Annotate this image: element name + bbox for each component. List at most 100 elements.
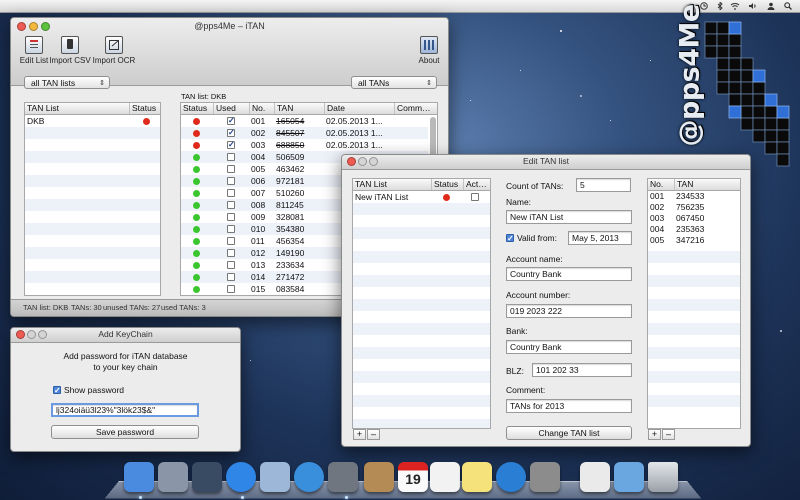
- show-password-checkbox[interactable]: ✓: [53, 386, 61, 395]
- valid-from-label[interactable]: Valid from:: [517, 233, 557, 243]
- valid-from-checkbox[interactable]: ✓: [506, 234, 514, 243]
- calendar-icon[interactable]: 19: [398, 462, 428, 492]
- col-tan[interactable]: TAN: [274, 103, 324, 114]
- empty-row: [25, 259, 160, 271]
- add-tan-button[interactable]: +: [648, 429, 661, 440]
- table-row[interactable]: ✓ 003 688850 02.05.2013 1...: [181, 139, 428, 151]
- used-checkbox[interactable]: [227, 153, 235, 161]
- used-checkbox[interactable]: [227, 201, 235, 209]
- show-password-label[interactable]: Show password: [64, 385, 124, 395]
- used-checkbox[interactable]: ✓: [227, 129, 235, 137]
- col-status[interactable]: Status: [431, 179, 463, 190]
- tan-value: 845507: [276, 128, 305, 138]
- used-checkbox[interactable]: [227, 249, 235, 257]
- table-row[interactable]: DKB: [25, 115, 160, 127]
- col-used[interactable]: Used: [213, 103, 249, 114]
- col-status[interactable]: Status: [129, 103, 160, 114]
- edit-titlebar[interactable]: Edit TAN list: [342, 155, 750, 170]
- used-checkbox[interactable]: [227, 237, 235, 245]
- wifi-icon[interactable]: [730, 2, 740, 10]
- used-checkbox[interactable]: [227, 225, 235, 233]
- document-icon[interactable]: [580, 462, 610, 492]
- folder-icon[interactable]: [614, 462, 644, 492]
- remove-list-button[interactable]: –: [367, 429, 380, 440]
- count-input[interactable]: 5: [576, 178, 631, 192]
- facetime-icon[interactable]: [328, 462, 358, 492]
- account-name-input[interactable]: Country Bank: [506, 267, 632, 281]
- table-row[interactable]: 004 235363: [648, 224, 740, 235]
- finder-icon[interactable]: [124, 462, 154, 492]
- tan-number: 016: [249, 295, 275, 296]
- table-row[interactable]: 005 347216: [648, 235, 740, 246]
- col-status[interactable]: Status: [181, 103, 213, 114]
- col-comment[interactable]: Comm…: [394, 103, 437, 114]
- tan-number: 013: [251, 260, 266, 270]
- used-checkbox[interactable]: [227, 261, 235, 269]
- used-checkbox[interactable]: ✓: [227, 141, 235, 149]
- bank-input[interactable]: Country Bank: [506, 340, 632, 354]
- account-number-input[interactable]: 019 2023 222: [506, 304, 632, 318]
- system-preferences-icon[interactable]: [530, 462, 560, 492]
- col-active[interactable]: Act…: [463, 179, 490, 190]
- about-button[interactable]: About: [409, 36, 448, 65]
- tan-lists-filter[interactable]: all TAN lists ⇕: [24, 76, 110, 89]
- edit-list-icon: [25, 36, 43, 54]
- table-row[interactable]: New iTAN List: [353, 191, 490, 203]
- used-checkbox[interactable]: [227, 273, 235, 281]
- edit-lists-rows: New iTAN List: [353, 191, 490, 428]
- used-checkbox[interactable]: [227, 213, 235, 221]
- table-row[interactable]: 003 067450: [648, 213, 740, 224]
- add-list-button[interactable]: +: [353, 429, 366, 440]
- user-icon[interactable]: [767, 2, 775, 10]
- keychain-titlebar[interactable]: Add KeyChain: [11, 328, 240, 343]
- spotlight-icon[interactable]: [784, 2, 792, 10]
- table-row[interactable]: 002 756235: [648, 202, 740, 213]
- tan-date: 02.05.2013 1...: [326, 140, 383, 150]
- tan-value: 233634: [276, 260, 305, 270]
- reminders-icon[interactable]: [430, 462, 460, 492]
- notes-icon[interactable]: [462, 462, 492, 492]
- safari-icon[interactable]: [294, 462, 324, 492]
- import-csv-button[interactable]: Import CSV: [47, 36, 93, 65]
- col-no[interactable]: No.: [249, 103, 274, 114]
- col-tan-list[interactable]: TAN List: [353, 179, 431, 190]
- valid-from-date-picker[interactable]: May 5, 2013: [568, 231, 632, 245]
- used-checkbox[interactable]: ✓: [227, 117, 235, 125]
- active-checkbox[interactable]: [471, 193, 479, 201]
- mission-control-icon[interactable]: [192, 462, 222, 492]
- keychain-message-line-1: Add password for iTAN database: [63, 351, 188, 361]
- tans-header: Status Used No. TAN Date Comm…: [181, 103, 437, 115]
- launchpad-icon[interactable]: [158, 462, 188, 492]
- edit-tans-rows: 001 234533 002 756235 003 067450 004 235363 005 3…: [648, 191, 740, 428]
- app-store-icon[interactable]: [226, 462, 256, 492]
- table-row[interactable]: ✓ 001 165054 02.05.2013 1...: [181, 115, 428, 127]
- col-tan[interactable]: TAN: [674, 179, 740, 190]
- tan-number: 008: [251, 200, 266, 210]
- tans-filter[interactable]: all TANs ⇕: [351, 76, 437, 89]
- name-input[interactable]: New iTAN List: [506, 210, 632, 224]
- contacts-icon[interactable]: [364, 462, 394, 492]
- col-date[interactable]: Date: [324, 103, 394, 114]
- trash-icon[interactable]: [648, 462, 678, 492]
- used-checkbox[interactable]: [227, 285, 235, 293]
- name-value: New iTAN List: [510, 212, 564, 222]
- col-tan-list[interactable]: TAN List: [25, 103, 129, 114]
- itunes-icon[interactable]: [496, 462, 526, 492]
- table-row[interactable]: ✓ 002 845507 02.05.2013 1...: [181, 127, 428, 139]
- mail-icon[interactable]: [260, 462, 290, 492]
- bluetooth-icon[interactable]: [716, 2, 724, 10]
- save-password-button[interactable]: Save password: [51, 425, 199, 439]
- used-checkbox[interactable]: [227, 189, 235, 197]
- col-no[interactable]: No.: [648, 179, 674, 190]
- import-ocr-button[interactable]: Import OCR: [91, 36, 137, 65]
- change-tan-list-button[interactable]: Change TAN list: [506, 426, 632, 440]
- used-checkbox[interactable]: [227, 165, 235, 173]
- password-input[interactable]: lj324oiäü3l23%"3lök23$&": [51, 403, 199, 417]
- table-row[interactable]: 001 234533: [648, 191, 740, 202]
- volume-icon[interactable]: [748, 2, 758, 10]
- used-checkbox[interactable]: [227, 177, 235, 185]
- status-dot: [193, 213, 200, 221]
- comment-input[interactable]: TANs for 2013: [506, 399, 632, 413]
- blz-input[interactable]: 101 202 33: [532, 363, 632, 377]
- remove-tan-button[interactable]: –: [662, 429, 675, 440]
